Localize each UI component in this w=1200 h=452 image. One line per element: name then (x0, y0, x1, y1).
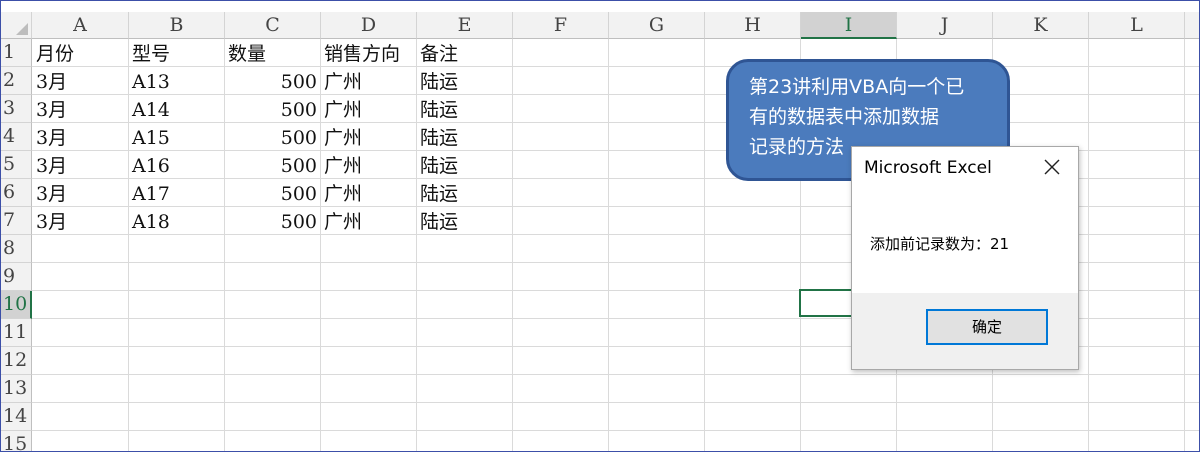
dialog-footer: 确定 (852, 293, 1078, 369)
column-header-a[interactable]: A (32, 12, 129, 39)
row-header-12[interactable]: 12 (1, 347, 32, 375)
cell-e2[interactable]: 陆运 (420, 68, 458, 95)
column-header-b[interactable]: B (129, 12, 225, 39)
gridline (128, 39, 129, 451)
cell-e6[interactable]: 陆运 (420, 180, 458, 207)
cell-c4[interactable]: 500 (225, 124, 317, 151)
excel-window: A B C D E F G H I J K L 1 2 3 4 5 6 7 8 … (0, 0, 1200, 452)
close-icon[interactable] (1040, 155, 1064, 179)
cell-d1[interactable]: 销售方向 (324, 40, 400, 67)
dialog-message: 添加前记录数为：21 (870, 235, 1010, 253)
dialog-title: Microsoft Excel (864, 158, 992, 178)
cell-c3[interactable]: 500 (225, 96, 317, 123)
column-header-k[interactable]: K (993, 12, 1089, 39)
cell-b6[interactable]: A17 (132, 180, 170, 207)
select-all-corner[interactable] (1, 12, 32, 39)
cell-c5[interactable]: 500 (225, 152, 317, 179)
row-header-3[interactable]: 3 (1, 95, 32, 123)
cell-a7[interactable]: 3月 (36, 208, 67, 235)
gridline (1088, 39, 1089, 451)
column-header-c[interactable]: C (225, 12, 321, 39)
gridline (704, 39, 705, 451)
select-all-triangle-icon (16, 23, 28, 35)
column-header-m-partial[interactable] (1185, 12, 1199, 39)
gridline (512, 39, 513, 451)
ok-button[interactable]: 确定 (926, 309, 1048, 345)
message-box-dialog: Microsoft Excel 添加前记录数为：21 确定 (851, 146, 1079, 370)
cell-d3[interactable]: 广州 (324, 96, 362, 123)
row-header-4[interactable]: 4 (1, 123, 32, 151)
cell-d2[interactable]: 广州 (324, 68, 362, 95)
row-header-9[interactable]: 9 (1, 263, 32, 291)
gridline (416, 39, 417, 451)
cell-b1[interactable]: 型号 (132, 40, 170, 67)
cell-a6[interactable]: 3月 (36, 180, 67, 207)
cell-e5[interactable]: 陆运 (420, 152, 458, 179)
cell-c1[interactable]: 数量 (228, 40, 266, 67)
cell-c2[interactable]: 500 (225, 68, 317, 95)
cell-b7[interactable]: A18 (132, 208, 170, 235)
cell-b3[interactable]: A14 (132, 96, 170, 123)
column-header-e[interactable]: E (417, 12, 513, 39)
row-header-10[interactable]: 10 (1, 291, 32, 319)
gridline (32, 122, 1199, 123)
gridline (1184, 39, 1185, 451)
cell-b2[interactable]: A13 (132, 68, 170, 95)
cell-d4[interactable]: 广州 (324, 124, 362, 151)
cell-a5[interactable]: 3月 (36, 152, 67, 179)
column-header-j[interactable]: J (897, 12, 993, 39)
callout-line-2: 有的数据表中添加数据 (749, 106, 940, 128)
row-header-5[interactable]: 5 (1, 151, 32, 179)
column-header-f[interactable]: F (513, 12, 609, 39)
column-header-i[interactable]: I (801, 12, 897, 39)
gridline (320, 39, 321, 451)
column-header-h[interactable]: H (705, 12, 801, 39)
gridline (32, 66, 1199, 67)
row-header-8[interactable]: 8 (1, 235, 32, 263)
gridline (32, 94, 1199, 95)
cell-e7[interactable]: 陆运 (420, 208, 458, 235)
cell-a4[interactable]: 3月 (36, 124, 67, 151)
row-header-13[interactable]: 13 (1, 375, 32, 403)
gridline (32, 374, 1199, 375)
cell-b4[interactable]: A15 (132, 124, 170, 151)
row-header-11[interactable]: 11 (1, 319, 32, 347)
cell-c7[interactable]: 500 (225, 208, 317, 235)
row-header-6[interactable]: 6 (1, 179, 32, 207)
gridline (32, 430, 1199, 431)
cell-a1[interactable]: 月份 (36, 40, 74, 67)
row-header-7[interactable]: 7 (1, 207, 32, 235)
cell-a3[interactable]: 3月 (36, 96, 67, 123)
row-header-14[interactable]: 14 (1, 403, 32, 431)
cell-d5[interactable]: 广州 (324, 152, 362, 179)
cell-a2[interactable]: 3月 (36, 68, 67, 95)
row-header-1[interactable]: 1 (1, 39, 32, 67)
callout-line-1: 第23讲利用VBA向一个已 (749, 76, 965, 98)
cell-c6[interactable]: 500 (225, 180, 317, 207)
gridline (608, 39, 609, 451)
row-header-15[interactable]: 15 (1, 431, 32, 451)
column-header-l[interactable]: L (1089, 12, 1185, 39)
column-header-g[interactable]: G (609, 12, 705, 39)
column-header-d[interactable]: D (321, 12, 417, 39)
cell-d6[interactable]: 广州 (324, 180, 362, 207)
cell-e1[interactable]: 备注 (420, 40, 458, 67)
cell-e3[interactable]: 陆运 (420, 96, 458, 123)
cell-e4[interactable]: 陆运 (420, 124, 458, 151)
cell-d7[interactable]: 广州 (324, 208, 362, 235)
gridline (32, 402, 1199, 403)
cell-b5[interactable]: A16 (132, 152, 170, 179)
row-header-2[interactable]: 2 (1, 67, 32, 95)
